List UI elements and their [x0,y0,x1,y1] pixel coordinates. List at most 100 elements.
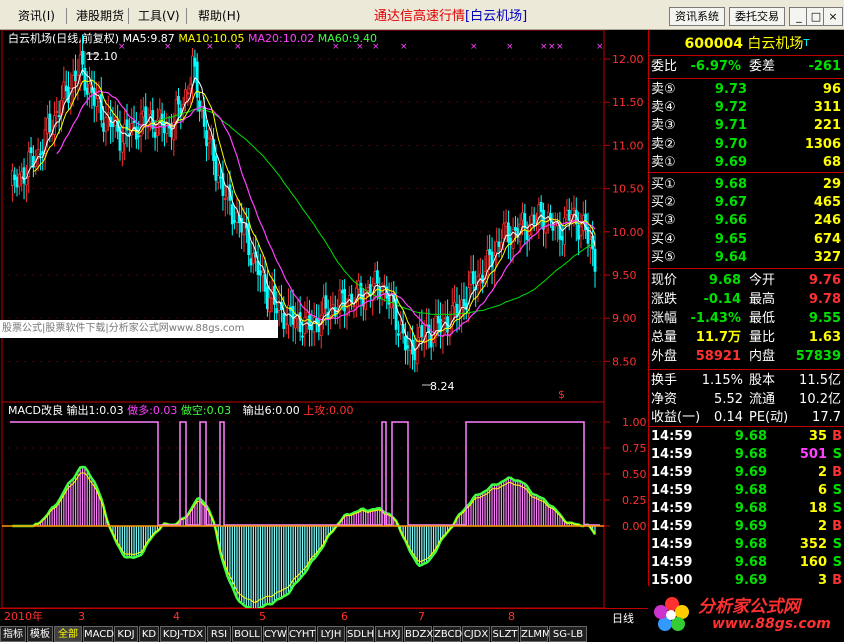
macd-tick-label: 1.00 [622,416,647,429]
indicator-tab-bdzx[interactable]: BDZX [404,626,433,642]
indicator-tab-zbcd[interactable]: ZBCD [433,626,462,642]
sell-level-4[interactable]: 卖④ 9.72 311 [649,99,844,117]
indicator-tab-macd[interactable]: MACD [83,626,114,642]
indicator-tab-lyjh[interactable]: LYJH [317,626,345,642]
candle-body [352,305,356,308]
candle-body [319,314,323,336]
candle-body [141,110,145,118]
candle-body [85,87,89,95]
candle-body [455,304,459,317]
candle-body [216,175,220,183]
indicator-tab-slzt[interactable]: SLZT [491,626,519,642]
buy-level-1[interactable]: 买① 9.68 29 [649,176,844,194]
close-icon[interactable]: × [823,7,843,26]
indicator-tab-kdj[interactable]: KDJ [114,626,138,642]
candle-body [399,324,403,333]
order-trade-button[interactable]: 委托交易 [729,7,785,26]
candle-body [436,315,440,324]
trade-row: 14:59 9.68 352 S [651,537,842,552]
info-system-button[interactable]: 资讯系统 [669,7,725,26]
candle-body [235,211,239,223]
price-tick-label: 9.00 [612,312,637,325]
indicator-tab-sdlh[interactable]: SDLH [346,626,374,642]
menu-separator [186,8,187,24]
candle-body [186,92,190,95]
candle-body [530,214,534,229]
sell-level-5[interactable]: 卖⑤ 9.73 96 [649,81,844,99]
candle-body [378,286,382,299]
candle-body [373,271,377,284]
candle-body [375,270,379,284]
indicator-tab-zlmm[interactable]: ZLMM [520,626,551,642]
buy-level-4[interactable]: 买④ 9.65 674 [649,231,844,249]
fundamental-row: 收益(一) 0.14 PE(动) 17.7 [651,410,841,425]
candle-body [415,338,419,365]
candle-body [502,223,506,239]
candle-body [579,226,583,236]
indicator-tab-cyw[interactable]: CYW [263,626,287,642]
indicator-tab-rsi[interactable]: RSI [207,626,231,642]
buy-level-2[interactable]: 买② 9.67 465 [649,194,844,212]
candle-body [111,123,115,127]
sell-level-1[interactable]: 卖① 9.69 68 [649,154,844,172]
indicator-tab-模板[interactable]: 模板 [27,626,53,642]
candle-body [294,318,297,329]
candle-body [495,241,499,253]
signal-marker: × [548,42,556,52]
quote-panel: 600004 白云机场T 委比 -6.97% 委差 -261 卖⑤ 9.73 96 卖… [648,30,844,588]
app-title: 通达信高速行情[白云机场] [374,9,528,24]
candle-body [514,226,517,231]
candle-body [165,122,169,134]
buy-level-3[interactable]: 买③ 9.66 246 [649,212,844,230]
candle-body [132,120,136,124]
candle-body [429,334,433,348]
candle-body [282,313,286,329]
candle-body [478,273,482,279]
trade-row: 14:59 9.68 501 S [651,447,842,462]
candle-body [88,83,91,94]
candle-body [284,323,288,325]
candle-body [441,320,445,337]
candle-body [17,174,21,187]
indicator-tab-boll[interactable]: BOLL [232,626,262,642]
sell-level-2[interactable]: 卖② 9.70 1306 [649,136,844,154]
buy-level-5[interactable]: 买⑤ 9.64 327 [649,249,844,267]
candle-body [95,98,98,107]
candle-body [404,335,407,351]
trade-row: 14:59 9.68 6 S [651,483,842,498]
candle-body [198,100,201,112]
indicator-tab-指标[interactable]: 指标 [0,626,26,642]
candle-body [177,96,180,105]
candle-body [258,270,262,276]
menu-help[interactable]: 帮助(H) [198,8,240,24]
candle-body [310,324,314,331]
indicator-tab-lhxj[interactable]: LHXJ [375,626,403,642]
candle-body [62,81,66,99]
high-label: 12.10 [86,50,118,63]
candle-body [322,297,325,315]
candle-body [418,327,421,338]
candle-body [230,204,234,225]
candle-body [539,201,543,212]
indicator-tab-kd[interactable]: KD [139,626,159,642]
candle-body [29,147,33,154]
indicator-tab-sg-lb[interactable]: SG-LB [549,626,587,642]
candle-body [174,99,178,123]
candle-body [55,111,59,114]
indicator-tab-kdj-tdx[interactable]: KDJ-TDX [160,626,206,642]
sell-level-3[interactable]: 卖③ 9.71 221 [649,117,844,135]
menu-info[interactable]: 资讯(I) [18,8,55,24]
price-tick-label: 8.50 [612,355,637,368]
indicator-tab-cyht[interactable]: CYHT [288,626,316,642]
menu-tools[interactable]: 工具(V) [138,8,180,24]
menu-hk-futures[interactable]: 港股期货 [76,8,124,24]
candle-body [106,112,110,115]
indicator-tab-全部[interactable]: 全部 [54,626,82,642]
kline-chart[interactable]: 12.0011.5011.0010.5010.009.509.008.50 × ×… [0,30,648,608]
candle-body [275,308,279,314]
stat-row: 涨跌 -0.14 最高 9.78 [651,292,841,307]
macd-tick-label: 0.25 [622,494,647,507]
indicator-tab-cjdx[interactable]: CJDX [462,626,490,642]
fundamental-row: 换手 1.15% 股本 11.5亿 [651,373,841,388]
candle-body [593,248,597,272]
